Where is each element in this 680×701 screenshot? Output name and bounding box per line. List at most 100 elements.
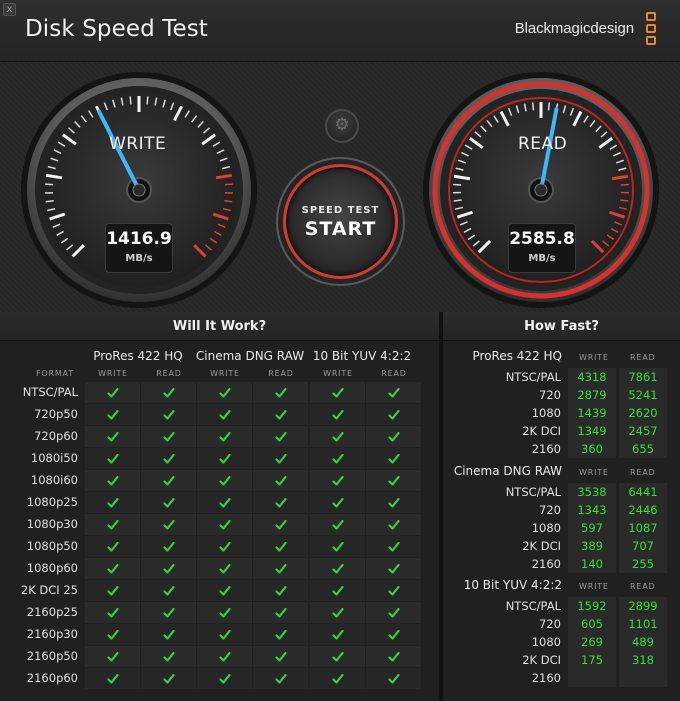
check-icon	[162, 409, 175, 420]
check-icon	[274, 409, 287, 420]
speed-cell	[619, 669, 667, 687]
compat-cell	[253, 624, 308, 645]
compat-cell	[253, 492, 308, 513]
check-icon	[218, 629, 231, 640]
compat-cell	[141, 580, 196, 601]
compat-cell	[366, 426, 421, 447]
check-icon	[387, 607, 400, 618]
how-fast-row-label: 720	[539, 617, 561, 631]
settings-button[interactable]: ⚙	[325, 109, 359, 143]
title-bar: x Disk Speed Test Blackmagicdesign	[0, 0, 680, 62]
check-icon	[274, 475, 287, 486]
compat-cell	[310, 624, 365, 645]
check-icon	[218, 607, 231, 618]
format-column-header: FORMAT	[36, 369, 74, 378]
compat-cell	[253, 426, 308, 447]
compat-cell	[253, 514, 308, 535]
write-speed-value: 4318	[577, 370, 607, 384]
check-icon	[274, 563, 287, 574]
read-speed-value: 6441	[628, 485, 658, 499]
check-icon	[387, 431, 400, 442]
compat-cell	[85, 404, 140, 425]
start-button[interactable]: SPEED TEST START	[283, 164, 398, 279]
compat-cell	[197, 492, 252, 513]
check-icon	[274, 629, 287, 640]
write-column-header: WRITE	[579, 582, 609, 591]
compat-cell	[141, 646, 196, 667]
compat-cell	[366, 602, 421, 623]
check-icon	[218, 651, 231, 662]
write-speed-value: 3538	[577, 485, 607, 499]
codec-header: ProRes 422 HQ	[93, 349, 183, 363]
read-speed-value: 655	[632, 442, 654, 456]
read-speed-value: 2620	[628, 406, 658, 420]
check-icon	[218, 409, 231, 420]
format-row-label: 1080p30	[26, 517, 78, 531]
check-icon	[218, 585, 231, 596]
compat-cell	[141, 558, 196, 579]
write-speed-value: 269	[581, 635, 603, 649]
format-row-label: 720p50	[34, 407, 78, 421]
check-icon	[218, 673, 231, 684]
compat-cell	[366, 580, 421, 601]
check-icon	[387, 409, 400, 420]
how-fast-row-label: 1080	[531, 635, 561, 649]
compat-cell	[85, 470, 140, 491]
how-fast-group-title: 10 Bit YUV 4:2:2	[463, 578, 562, 592]
check-icon	[162, 431, 175, 442]
read-gauge	[423, 72, 659, 308]
check-icon	[331, 651, 344, 662]
check-icon	[162, 651, 175, 662]
how-fast-group-title: Cinema DNG RAW	[453, 464, 562, 478]
read-speed-value: 1087	[628, 521, 658, 535]
compat-cell	[141, 448, 196, 469]
compat-cell	[85, 668, 140, 689]
how-fast-panel: How Fast? ProRes 422 HQ WRITE READ NTSC/PAL…	[443, 312, 680, 701]
check-icon	[106, 409, 119, 420]
write-column-header: WRITE	[579, 353, 609, 362]
how-fast-row-label: NTSC/PAL	[505, 370, 561, 384]
how-fast-row-label: 2160	[531, 671, 561, 685]
close-window-button[interactable]: x	[3, 3, 16, 16]
compat-cell	[141, 514, 196, 535]
format-row-label: 1080p50	[26, 539, 78, 553]
format-row-label: 720p60	[34, 429, 78, 443]
compat-cell	[310, 646, 365, 667]
how-fast-row-label: 720	[539, 388, 561, 402]
write-gauge	[21, 72, 257, 308]
compat-cell	[253, 602, 308, 623]
check-icon	[387, 651, 400, 662]
check-icon	[331, 409, 344, 420]
check-icon	[106, 585, 119, 596]
format-row-label: NTSC/PAL	[22, 385, 78, 399]
read-speed-value: 707	[632, 539, 654, 553]
check-icon	[162, 585, 175, 596]
check-icon	[218, 387, 231, 398]
check-icon	[106, 519, 119, 530]
how-fast-row-label: 1080	[531, 521, 561, 535]
compat-cell	[141, 382, 196, 403]
check-icon	[162, 629, 175, 640]
format-row-label: 2160p30	[26, 627, 78, 641]
check-icon	[387, 585, 400, 596]
write-speed-value: 389	[581, 539, 603, 553]
read-label: READ	[518, 134, 568, 154]
how-fast-title: How Fast?	[443, 312, 680, 341]
compat-cell	[85, 382, 140, 403]
read-minor-tick	[620, 199, 629, 202]
check-icon	[331, 519, 344, 530]
check-icon	[106, 673, 119, 684]
compat-cell	[310, 536, 365, 557]
read-column-header: READ	[381, 369, 407, 378]
how-fast-table: ProRes 422 HQ WRITE READ NTSC/PAL 4318 7861 72…	[443, 342, 680, 701]
read-column-header: READ	[630, 468, 656, 477]
check-icon	[331, 453, 344, 464]
check-icon	[162, 497, 175, 508]
compat-cell	[310, 580, 365, 601]
compat-cell	[366, 646, 421, 667]
compat-cell	[253, 558, 308, 579]
compat-cell	[197, 426, 252, 447]
check-icon	[331, 475, 344, 486]
start-button-subtitle: SPEED TEST	[301, 205, 380, 216]
compat-cell	[253, 470, 308, 491]
